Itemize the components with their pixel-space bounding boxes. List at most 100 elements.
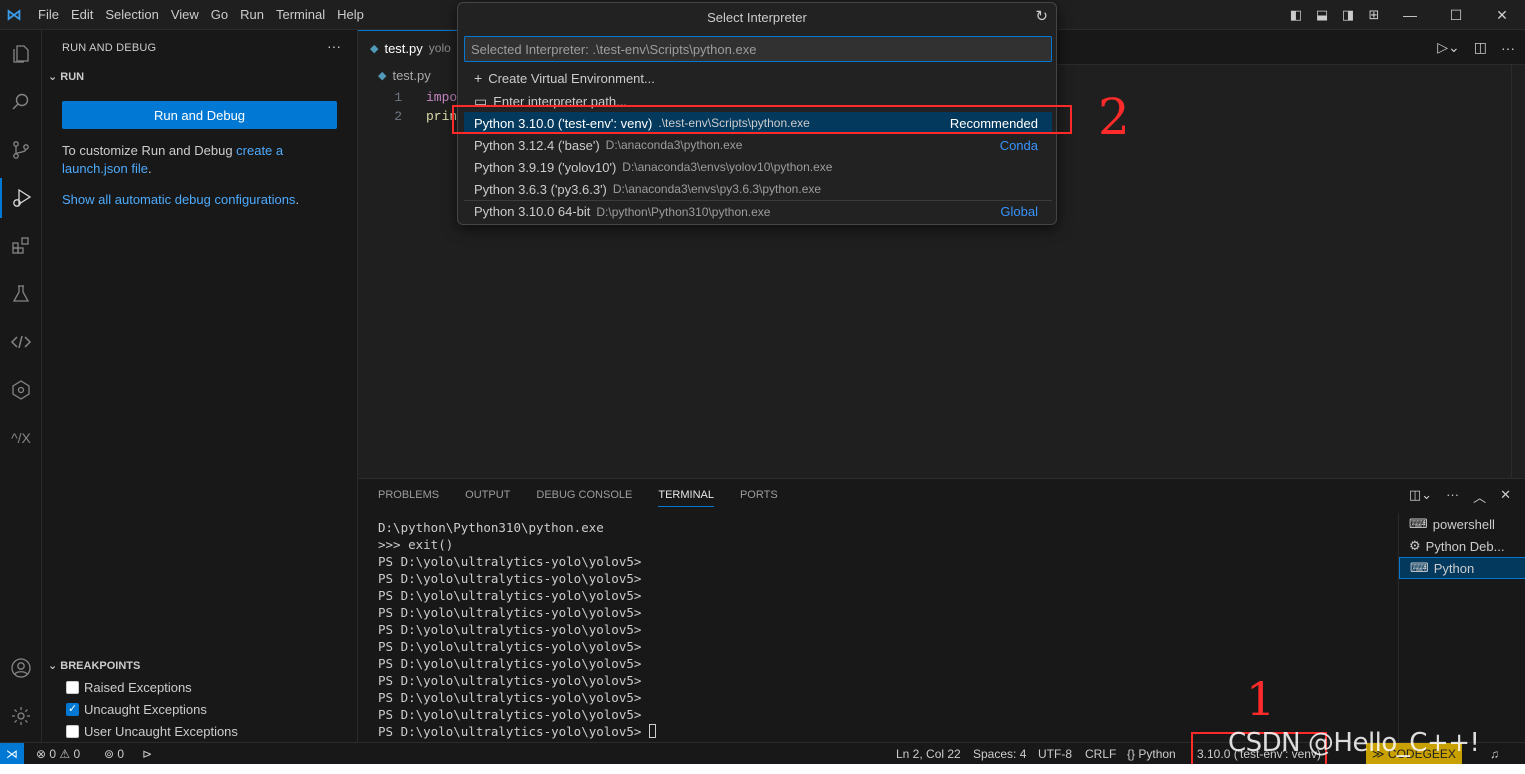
toggle-sidebar-icon[interactable]: ◧ (1283, 0, 1309, 30)
checkbox[interactable] (66, 681, 79, 694)
tab-problems[interactable]: PROBLEMS (378, 489, 439, 507)
search-icon[interactable] (0, 82, 42, 122)
menu-go[interactable]: Go (205, 0, 234, 30)
line-number: 2 (394, 109, 402, 124)
breakpoints-section-header[interactable]: ⌄ BREAKPOINTS (48, 659, 140, 672)
split-editor-icon[interactable]: ◫ (1474, 39, 1487, 56)
breakpoint-user-uncaught-exceptions[interactable]: User Uncaught Exceptions (66, 724, 238, 739)
codegeex-icon: ≫ (1372, 747, 1388, 761)
menu-edit[interactable]: Edit (65, 0, 99, 30)
notifications-bell-icon[interactable]: ♫ (1490, 743, 1499, 765)
enter-interpreter-path-item[interactable]: ▭ Enter interpreter path... (464, 90, 1052, 112)
toggle-secondary-sidebar-icon[interactable]: ◨ (1335, 0, 1361, 30)
run-debug-icon[interactable] (0, 178, 42, 218)
extensions-icon[interactable] (0, 226, 42, 266)
interpreter-item-yolov10[interactable]: Python 3.9.19 ('yolov10') D:\anaconda3\e… (464, 156, 1052, 178)
editor-actions: ▷⌄ ◫ ··· (1437, 30, 1515, 65)
ports-status[interactable]: ⊚ 0 (104, 743, 124, 765)
encoding-status[interactable]: UTF-8 (1038, 743, 1072, 765)
terminal-item-label: Python (1433, 560, 1475, 576)
more-actions-icon[interactable]: ··· (327, 38, 341, 54)
account-icon[interactable] (0, 648, 42, 688)
menu-run[interactable]: Run (234, 0, 270, 30)
testing-icon[interactable] (0, 274, 42, 314)
interpreter-label: Python 3.10.0 ('test-env': venv) (474, 115, 653, 131)
tab-output[interactable]: OUTPUT (465, 489, 510, 507)
terminal-item-powershell[interactable]: ⌨ powershell (1399, 513, 1525, 535)
close-panel-icon[interactable]: ✕ (1500, 487, 1511, 506)
tab-terminal[interactable]: TERMINAL (658, 489, 714, 507)
maximize-panel-icon[interactable]: ︿ (1473, 487, 1486, 506)
interpreter-path: .\test-env\Scripts\python.exe (658, 116, 810, 130)
toggle-panel-icon[interactable]: ⬓ (1309, 0, 1335, 30)
debug-status-icon[interactable]: ⊳ (142, 743, 152, 765)
interpreter-item-py363[interactable]: Python 3.6.3 ('py3.6.3') D:\anaconda3\en… (464, 178, 1052, 200)
tab-ports[interactable]: PORTS (740, 489, 778, 507)
more-actions-icon[interactable]: ··· (1446, 487, 1459, 506)
cursor-position[interactable]: Ln 2, Col 22 (896, 743, 961, 765)
show-all-configurations-link[interactable]: Show all automatic debug configurations (62, 192, 295, 207)
indentation-status[interactable]: Spaces: 4 (973, 743, 1026, 765)
settings-gear-icon[interactable] (0, 696, 42, 736)
split-terminal-icon[interactable]: ◫⌄ (1409, 487, 1432, 506)
terminal-line: PS D:\yolo\ultralytics-yolo\yolov5> (378, 639, 642, 654)
terminal-item-python[interactable]: ⌨ Python (1399, 557, 1525, 579)
explorer-icon[interactable] (0, 34, 42, 74)
problems-status[interactable]: ⊗ 0 ⚠ 0 (36, 743, 80, 765)
terminal-item-python-debug[interactable]: ⚙ Python Deb... (1399, 535, 1525, 557)
close-button[interactable]: ✕ (1479, 0, 1525, 30)
terminal-line: >>> exit() (378, 537, 454, 552)
remote-indicator-icon[interactable]: ⋊ (0, 743, 24, 765)
breadcrumb-file[interactable]: test.py (392, 68, 430, 83)
terminal-output[interactable]: D:\python\Python310\python.exe >>> exit()… (378, 519, 656, 740)
menu-file[interactable]: File (32, 0, 65, 30)
terminal-line: PS D:\yolo\ultralytics-yolo\yolov5> (378, 554, 642, 569)
ports-count: 0 (117, 747, 125, 761)
refresh-icon[interactable]: ↻ (1035, 7, 1048, 25)
breakpoint-raised-exceptions[interactable]: Raised Exceptions (66, 680, 192, 695)
interpreter-item-base[interactable]: Python 3.12.4 ('base') D:\anaconda3\pyth… (464, 134, 1052, 156)
breakpoints-section-label: BREAKPOINTS (60, 660, 141, 672)
checkbox[interactable] (66, 725, 79, 738)
interpreter-search-input[interactable] (464, 36, 1052, 62)
terminal-prompt: PS D:\yolo\ultralytics-yolo\yolov5> (378, 724, 649, 739)
run-and-debug-button[interactable]: Run and Debug (62, 101, 337, 129)
editor-scrollbar[interactable] (1511, 65, 1525, 478)
codegeex-status[interactable]: ≫ CODEGEEX (1366, 743, 1462, 765)
source-control-icon[interactable] (0, 130, 42, 170)
gitlens-icon[interactable] (0, 370, 42, 410)
customize-layout-icon[interactable]: ⊞ (1361, 0, 1387, 30)
code-text: prin (426, 109, 458, 124)
show-all-text: Show all automatic debug configurations. (62, 191, 342, 209)
tab-debug-console[interactable]: DEBUG CONSOLE (536, 489, 632, 507)
maximize-button[interactable]: ☐ (1433, 0, 1479, 30)
run-section-header[interactable]: ⌄ RUN (48, 70, 84, 83)
minimize-button[interactable]: — (1387, 0, 1433, 30)
interpreter-tag: Recommended (949, 115, 1038, 131)
debug-icon: ⚙ (1409, 538, 1421, 553)
breakpoint-uncaught-exceptions[interactable]: Uncaught Exceptions (66, 702, 207, 717)
menu-selection[interactable]: Selection (99, 0, 164, 30)
remote-explorer-icon[interactable] (0, 322, 42, 362)
codegeex-icon[interactable]: ^/X (0, 418, 42, 458)
tab-test-py[interactable]: ◆ test.py yolo (358, 30, 463, 65)
folder-icon: ▭ (474, 92, 488, 109)
interpreter-item-global[interactable]: Python 3.10.0 64-bit D:\python\Python310… (464, 200, 1052, 222)
python-interpreter-status[interactable]: 3.10.0 ('test-env': venv) (1197, 743, 1321, 765)
eol-status[interactable]: CRLF (1085, 743, 1116, 765)
terminal-line: PS D:\yolo\ultralytics-yolo\yolov5> (378, 707, 642, 722)
menu-help[interactable]: Help (331, 0, 370, 30)
run-python-file-icon[interactable]: ▷⌄ (1437, 39, 1460, 56)
menu-view[interactable]: View (165, 0, 205, 30)
more-actions-icon[interactable]: ··· (1501, 40, 1515, 56)
customize-end: . (148, 161, 152, 176)
terminal-line: PS D:\yolo\ultralytics-yolo\yolov5> (378, 656, 642, 671)
menu-terminal[interactable]: Terminal (270, 0, 331, 30)
interpreter-item-test-env[interactable]: Python 3.10.0 ('test-env': venv) .\test-… (464, 112, 1052, 134)
language-mode[interactable]: {} Python (1127, 743, 1176, 765)
python-file-icon: ◆ (378, 70, 387, 82)
warning-count: 0 (73, 747, 81, 761)
terminal-prompt-line: PS D:\yolo\ultralytics-yolo\yolov5> (378, 723, 656, 740)
checkbox-checked[interactable] (66, 702, 79, 716)
create-virtual-environment-item[interactable]: + Create Virtual Environment... (464, 67, 1052, 89)
